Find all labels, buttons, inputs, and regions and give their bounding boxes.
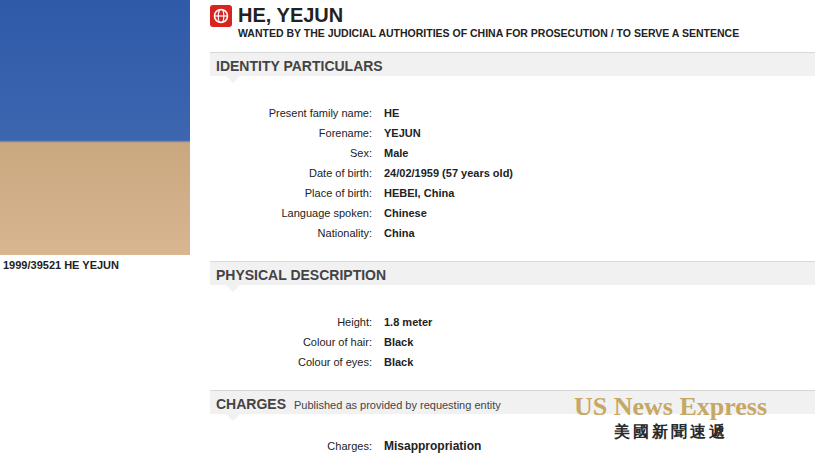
- notice-subtitle: WANTED BY THE JUDICIAL AUTHORITIES OF CH…: [238, 26, 739, 40]
- section-title: CHARGES: [216, 396, 286, 412]
- detail-value: Male: [384, 147, 815, 159]
- detail-row: Colour of hair: Black: [210, 332, 815, 352]
- detail-row: Colour of eyes: Black: [210, 352, 815, 372]
- detail-label: Charges:: [210, 440, 372, 452]
- detail-label: Colour of eyes:: [210, 356, 372, 368]
- details-section: PHYSICAL DESCRIPTION Height: 1.8 meter Colo…: [210, 261, 815, 372]
- section-title: PHYSICAL DESCRIPTION: [216, 267, 386, 283]
- detail-label: Language spoken:: [210, 207, 372, 219]
- detail-value: 1.8 meter: [384, 316, 815, 328]
- detail-label: Colour of hair:: [210, 336, 372, 348]
- detail-value: China: [384, 227, 815, 239]
- detail-row: Place of birth: HEBEI, China: [210, 183, 815, 203]
- detail-row: Date of birth: 24/02/1959 (57 years old): [210, 163, 815, 183]
- detail-value: HEBEI, China: [384, 187, 815, 199]
- detail-value: YEJUN: [384, 127, 815, 139]
- detail-value: Black: [384, 336, 815, 348]
- section-header: PHYSICAL DESCRIPTION: [210, 261, 815, 285]
- photo-column: 1999/39521 HE YEJUN: [0, 0, 190, 453]
- detail-label: Nationality:: [210, 227, 372, 239]
- section-rows: Present family name: HE Forename: YEJUN Sex:…: [210, 76, 815, 243]
- detail-row: Present family name: HE: [210, 103, 815, 123]
- notice-header: HE, YEJUNWANTED BY THE JUDICIAL AUTHORIT…: [210, 0, 815, 40]
- notice-page: 1999/39521 HE YEJUN HE, YEJUNWANTED BY TH…: [0, 0, 815, 453]
- detail-label: Sex:: [210, 147, 372, 159]
- section-rows: Height:1.8 meterColour of hair:BlackColo…: [210, 285, 815, 372]
- interpol-icon: [210, 5, 232, 27]
- detail-value: Misappropriation: [384, 439, 815, 453]
- detail-label: Forename:: [210, 127, 372, 139]
- detail-label: Present family name:: [210, 107, 372, 119]
- detail-row: Nationality: China: [210, 223, 815, 243]
- detail-label: Height:: [210, 316, 372, 328]
- detail-value: Black: [384, 356, 815, 368]
- detail-row: Height: 1.8 meter: [210, 312, 815, 332]
- details-section: IDENTITY PARTICULARS Present family name:…: [210, 52, 815, 243]
- detail-label: Place of birth:: [210, 187, 372, 199]
- detail-value: Chinese: [384, 207, 815, 219]
- notice-title: HE, YEJUN: [238, 4, 739, 26]
- photo-caption: 1999/39521 HE YEJUN: [0, 255, 190, 271]
- notice-details: HE, YEJUNWANTED BY THE JUDICIAL AUTHORIT…: [190, 0, 815, 453]
- section-title: IDENTITY PARTICULARS: [216, 58, 383, 74]
- watermark: US News Express美國新聞速遞: [574, 392, 767, 443]
- watermark-subtitle: 美國新聞速遞: [574, 422, 767, 443]
- section-header: IDENTITY PARTICULARS: [210, 52, 815, 76]
- detail-value: HE: [384, 107, 815, 119]
- detail-label: Date of birth:: [210, 167, 372, 179]
- detail-row: Language spoken: Chinese: [210, 203, 815, 223]
- section-note: Published as provided by requesting enti…: [294, 399, 501, 411]
- detail-value: 24/02/1959 (57 years old): [384, 167, 815, 179]
- watermark-title: US News Express: [574, 392, 767, 422]
- portrait-photo: [0, 0, 190, 255]
- detail-row: Forename: YEJUN: [210, 123, 815, 143]
- detail-row: Sex: Male: [210, 143, 815, 163]
